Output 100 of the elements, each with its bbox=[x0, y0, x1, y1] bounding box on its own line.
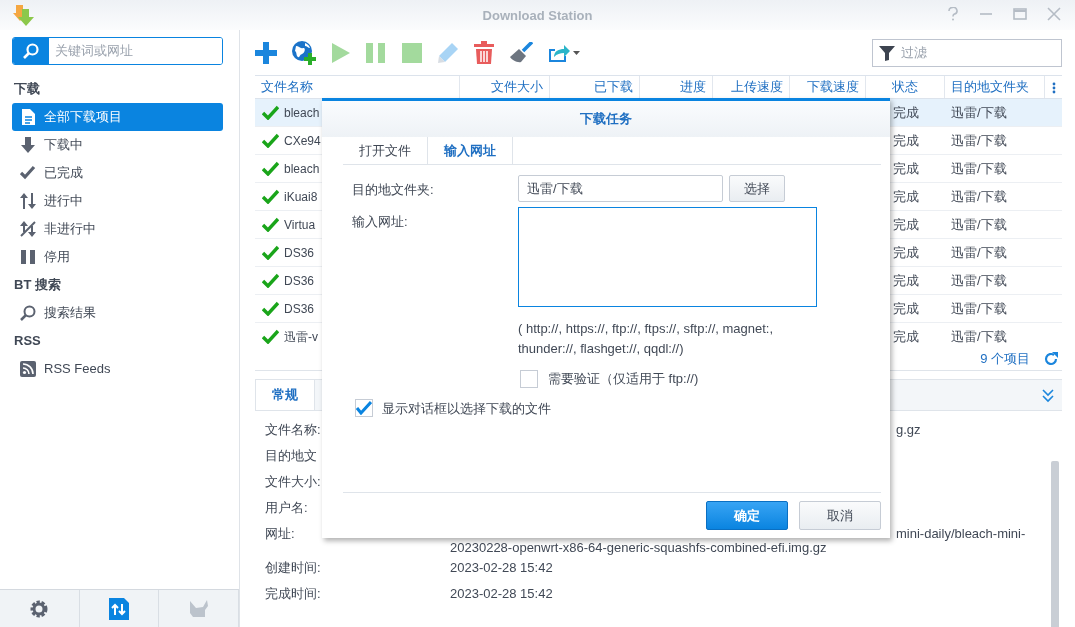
up-down-arrows-icon bbox=[20, 192, 36, 210]
column-header[interactable]: 已下载 bbox=[594, 79, 633, 94]
table-cell: 迅雷/下载 bbox=[951, 329, 1007, 344]
table-cell-text: bleach bbox=[284, 104, 320, 122]
slashed-arrows-icon bbox=[20, 220, 36, 238]
column-menu-icon[interactable] bbox=[1051, 81, 1056, 94]
table-cell: 完成 bbox=[892, 329, 919, 344]
section-heading: 下载 bbox=[14, 81, 40, 96]
check-icon bbox=[262, 217, 279, 232]
check-icon bbox=[262, 301, 279, 316]
url-field[interactable] bbox=[518, 207, 817, 307]
dialog-tab[interactable]: 打开文件 bbox=[343, 137, 428, 164]
table-cell: 完成 bbox=[892, 161, 919, 176]
close-icon[interactable] bbox=[1047, 7, 1061, 21]
sidebar-item[interactable]: 已完成 bbox=[12, 159, 223, 187]
add-icon[interactable] bbox=[255, 41, 277, 64]
table-cell: 迅雷/下载 bbox=[951, 217, 1007, 232]
hint-text: ( http://, https://, ftp://, ftps://, sftp://, magnet:, thunder://, flashget://, qqdl://) bbox=[518, 320, 775, 358]
broom-icon[interactable] bbox=[509, 41, 533, 64]
sidebar-item[interactable]: 进行中 bbox=[12, 187, 223, 215]
column-header[interactable]: 下载速度 bbox=[807, 79, 859, 94]
sidebar-item[interactable]: 搜索结果 bbox=[12, 299, 223, 327]
table-cell: 迅雷/下载 bbox=[951, 273, 1007, 288]
field-label: 用户名: bbox=[265, 500, 308, 515]
maximize-icon[interactable] bbox=[1013, 7, 1027, 21]
search-icon[interactable] bbox=[23, 43, 39, 59]
field-label: 文件名称: bbox=[265, 422, 321, 437]
sidebar-item[interactable]: 非进行中 bbox=[12, 215, 223, 243]
section-heading: BT 搜索 bbox=[14, 277, 61, 292]
table-cell: 完成 bbox=[892, 189, 919, 204]
column-header[interactable]: 目的地文件夹 bbox=[951, 79, 1029, 94]
field-value: g.gz bbox=[896, 422, 921, 437]
column-header[interactable]: 进度 bbox=[680, 79, 706, 94]
column-header[interactable]: 上传速度 bbox=[731, 79, 783, 94]
table-cell: 迅雷/下载 bbox=[951, 105, 1007, 120]
help-icon[interactable] bbox=[947, 7, 959, 21]
dialog-title: 下载任务 bbox=[580, 111, 632, 126]
table-cell: 完成 bbox=[892, 105, 919, 120]
field-value: 2023-02-28 15:42 bbox=[450, 560, 553, 575]
details-tab[interactable]: 常规 bbox=[255, 380, 315, 410]
table-cell: 完成 bbox=[892, 133, 919, 148]
scrollbar[interactable] bbox=[1051, 461, 1059, 627]
column-header[interactable]: 文件大小 bbox=[491, 79, 543, 94]
filter-field[interactable]: 过滤 bbox=[872, 38, 1062, 67]
check-icon bbox=[262, 329, 279, 344]
search-icon bbox=[20, 305, 36, 321]
check-icon bbox=[262, 273, 279, 288]
check-icon bbox=[262, 133, 279, 148]
pause-icon bbox=[20, 249, 36, 265]
sidebar-item[interactable]: 全部下载项目 bbox=[12, 103, 223, 131]
sidebar-item[interactable]: 下载中 bbox=[12, 131, 223, 159]
download-arrows-logo bbox=[11, 5, 35, 27]
table-cell: 完成 bbox=[892, 301, 919, 316]
globe-add-icon[interactable] bbox=[291, 39, 317, 66]
search-field[interactable]: 关键词或网址 bbox=[12, 37, 223, 65]
table-cell: 完成 bbox=[892, 245, 919, 260]
table-cell-text: CXe94 bbox=[284, 132, 321, 150]
cancel-button[interactable]: 取消 bbox=[799, 501, 881, 530]
check-icon bbox=[20, 165, 36, 181]
field-label: 网址: bbox=[265, 526, 295, 541]
sidebar-item[interactable]: RSS Feeds bbox=[12, 355, 223, 383]
field-label: 文件大小: bbox=[265, 474, 321, 489]
destination-field[interactable]: 迅雷/下载 bbox=[518, 175, 723, 202]
check-icon bbox=[262, 105, 279, 120]
check-icon bbox=[262, 189, 279, 204]
checkbox-label: 显示对话框以选择下载的文件 bbox=[382, 399, 551, 418]
checkbox[interactable] bbox=[520, 369, 538, 388]
table-cell: 完成 bbox=[892, 273, 919, 288]
table-cell: 迅雷/下载 bbox=[951, 133, 1007, 148]
sidebar-item[interactable]: 停用 bbox=[12, 243, 223, 271]
table-cell: 完成 bbox=[892, 217, 919, 232]
rss-icon bbox=[20, 361, 36, 377]
column-header[interactable]: 状态 bbox=[892, 79, 918, 94]
trash-icon[interactable] bbox=[473, 40, 495, 65]
collapse-icon[interactable] bbox=[1042, 388, 1054, 403]
table-cell: 迅雷/下载 bbox=[951, 161, 1007, 176]
refresh-icon[interactable] bbox=[1044, 351, 1058, 366]
field-label: 目的地文件夹: bbox=[352, 182, 434, 197]
checkbox[interactable] bbox=[355, 399, 373, 418]
field-value: 20230228-openwrt-x86-64-generic-squashfs-combined-efi.img.gz bbox=[450, 540, 827, 555]
window-title: Download Station bbox=[482, 8, 593, 23]
table-cell-text: bleach bbox=[284, 160, 320, 178]
checkbox-label: 需要验证（仅适用于 ftp://) bbox=[548, 370, 699, 388]
choose-button[interactable]: 选择 bbox=[729, 175, 785, 202]
item-count: 9 个项目 bbox=[980, 349, 1030, 368]
transfer-file-icon[interactable] bbox=[109, 597, 129, 620]
down-arrow-icon bbox=[20, 136, 36, 154]
table-cell-text: iKuai8 bbox=[284, 188, 318, 206]
check-icon bbox=[262, 245, 279, 260]
table-cell: 迅雷/下载 bbox=[951, 245, 1007, 260]
table-cell-text: Virtua bbox=[284, 216, 316, 234]
document-icon bbox=[20, 108, 36, 126]
dialog-tab[interactable]: 输入网址 bbox=[428, 137, 513, 164]
field-value: 2023-02-28 15:42 bbox=[450, 586, 553, 601]
confirm-button[interactable]: 确定 bbox=[706, 501, 788, 530]
field-value: mini-daily/bleach-mini- bbox=[896, 526, 1026, 541]
gear-icon[interactable] bbox=[29, 598, 50, 619]
check-icon bbox=[262, 161, 279, 176]
column-header[interactable]: 文件名称 bbox=[261, 79, 313, 94]
section-heading: RSS bbox=[14, 333, 41, 348]
